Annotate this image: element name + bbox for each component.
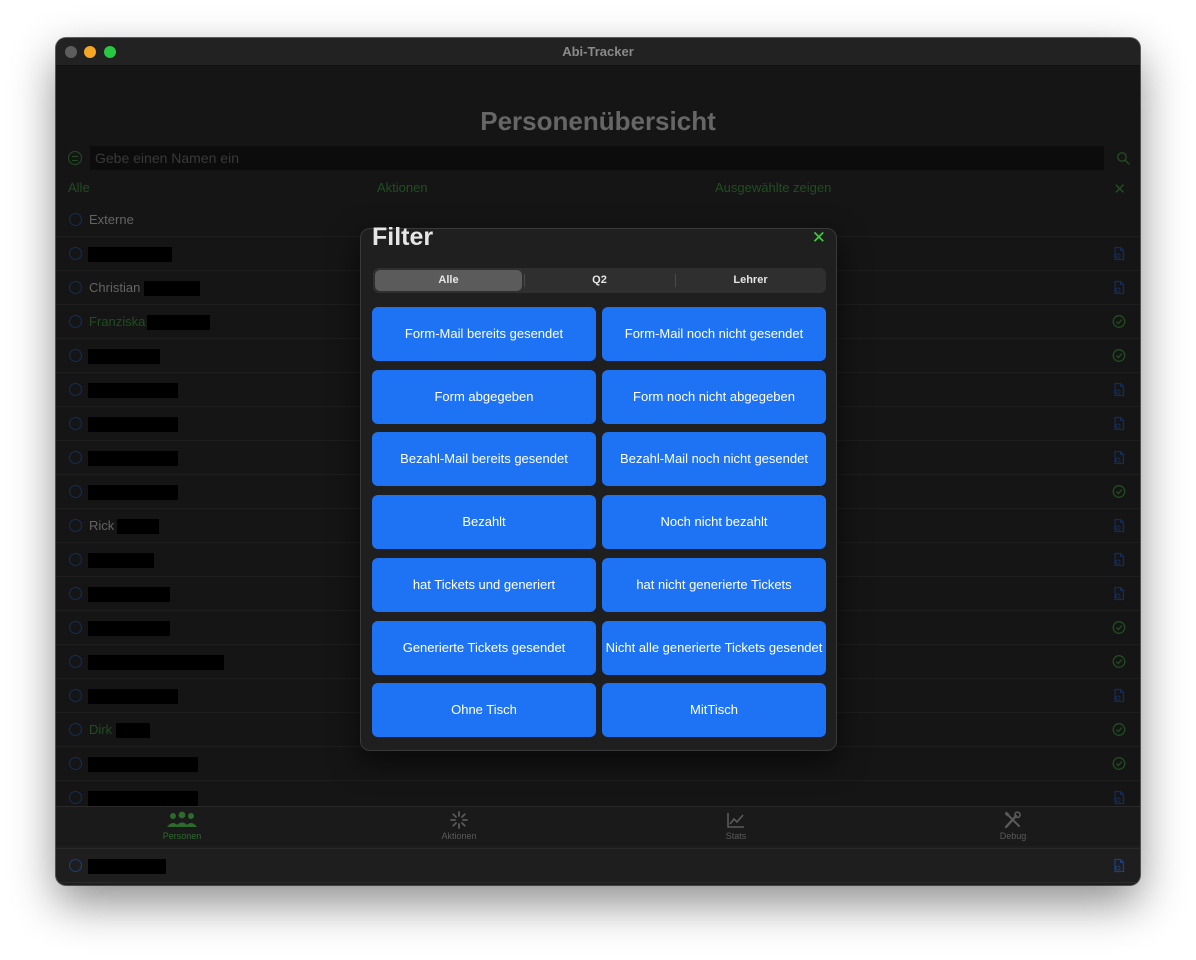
segment-q2[interactable]: Q2 [526,270,673,291]
filter-button[interactable]: Nicht alle generierte Tickets gesendet [602,620,826,675]
filter-modal: Filter ✕ Alle Q2 Lehrer Form-Mail bereit… [360,223,837,751]
tab-debug[interactable]: Debug [953,811,1073,841]
list-item[interactable] [56,849,1140,883]
filter-button[interactable]: Generierte Tickets gesendet [372,620,596,675]
filter-button[interactable]: Bezahl-Mail bereits gesendet [372,432,596,487]
main-content: Personenübersicht Alle Aktionen Ausgewäh… [56,66,1140,883]
redacted-name [88,859,166,874]
title-bar: Abi-Tracker [56,38,1140,66]
filter-button[interactable]: Noch nicht bezahlt [602,495,826,550]
document-icon [1114,858,1125,873]
segment-alle[interactable]: Alle [375,270,522,291]
tab-label: Stats [725,831,747,841]
tab-aktionen[interactable]: Aktionen [399,811,519,841]
filter-button[interactable]: Form-Mail bereits gesendet [372,307,596,361]
segment-divider [524,274,525,287]
tab-label: Debug [999,831,1027,841]
segment-lehrer[interactable]: Lehrer [677,270,824,291]
filter-button[interactable]: hat Tickets und generiert [372,557,596,612]
filter-button[interactable]: Ohne Tisch [372,683,596,738]
filter-button[interactable]: Form abgegeben [372,369,596,424]
filter-button[interactable]: hat nicht generierte Tickets [602,557,826,612]
tab-label: Aktionen [441,831,477,841]
filter-button[interactable]: MitTisch [602,683,826,738]
window-title: Abi-Tracker [562,44,634,59]
tools-icon [1004,811,1021,829]
filter-button[interactable]: Bezahl-Mail noch nicht gesendet [602,432,826,487]
select-radio[interactable] [69,859,82,872]
tab-stats[interactable]: Stats [676,811,796,841]
tab-label: Personen [162,831,202,841]
filter-title: Filter [372,223,434,251]
spinner-icon [450,811,468,829]
people-icon [167,811,197,827]
filter-button[interactable]: Form noch nicht abgegeben [602,369,826,424]
app-window: Abi-Tracker Personenübersicht Alle Aktio… [56,38,1140,885]
chart-icon [727,813,744,828]
tab-personen[interactable]: Personen [122,811,242,841]
filter-segmented-control: Alle Q2 Lehrer [373,268,826,293]
tab-bar: Personen Aktionen Stats Debug [56,806,1140,846]
filter-button[interactable]: Form-Mail noch nicht gesendet [602,307,826,361]
filter-button[interactable]: Bezahlt [372,495,596,550]
close-icon[interactable]: ✕ [812,229,826,246]
segment-divider [675,274,676,287]
